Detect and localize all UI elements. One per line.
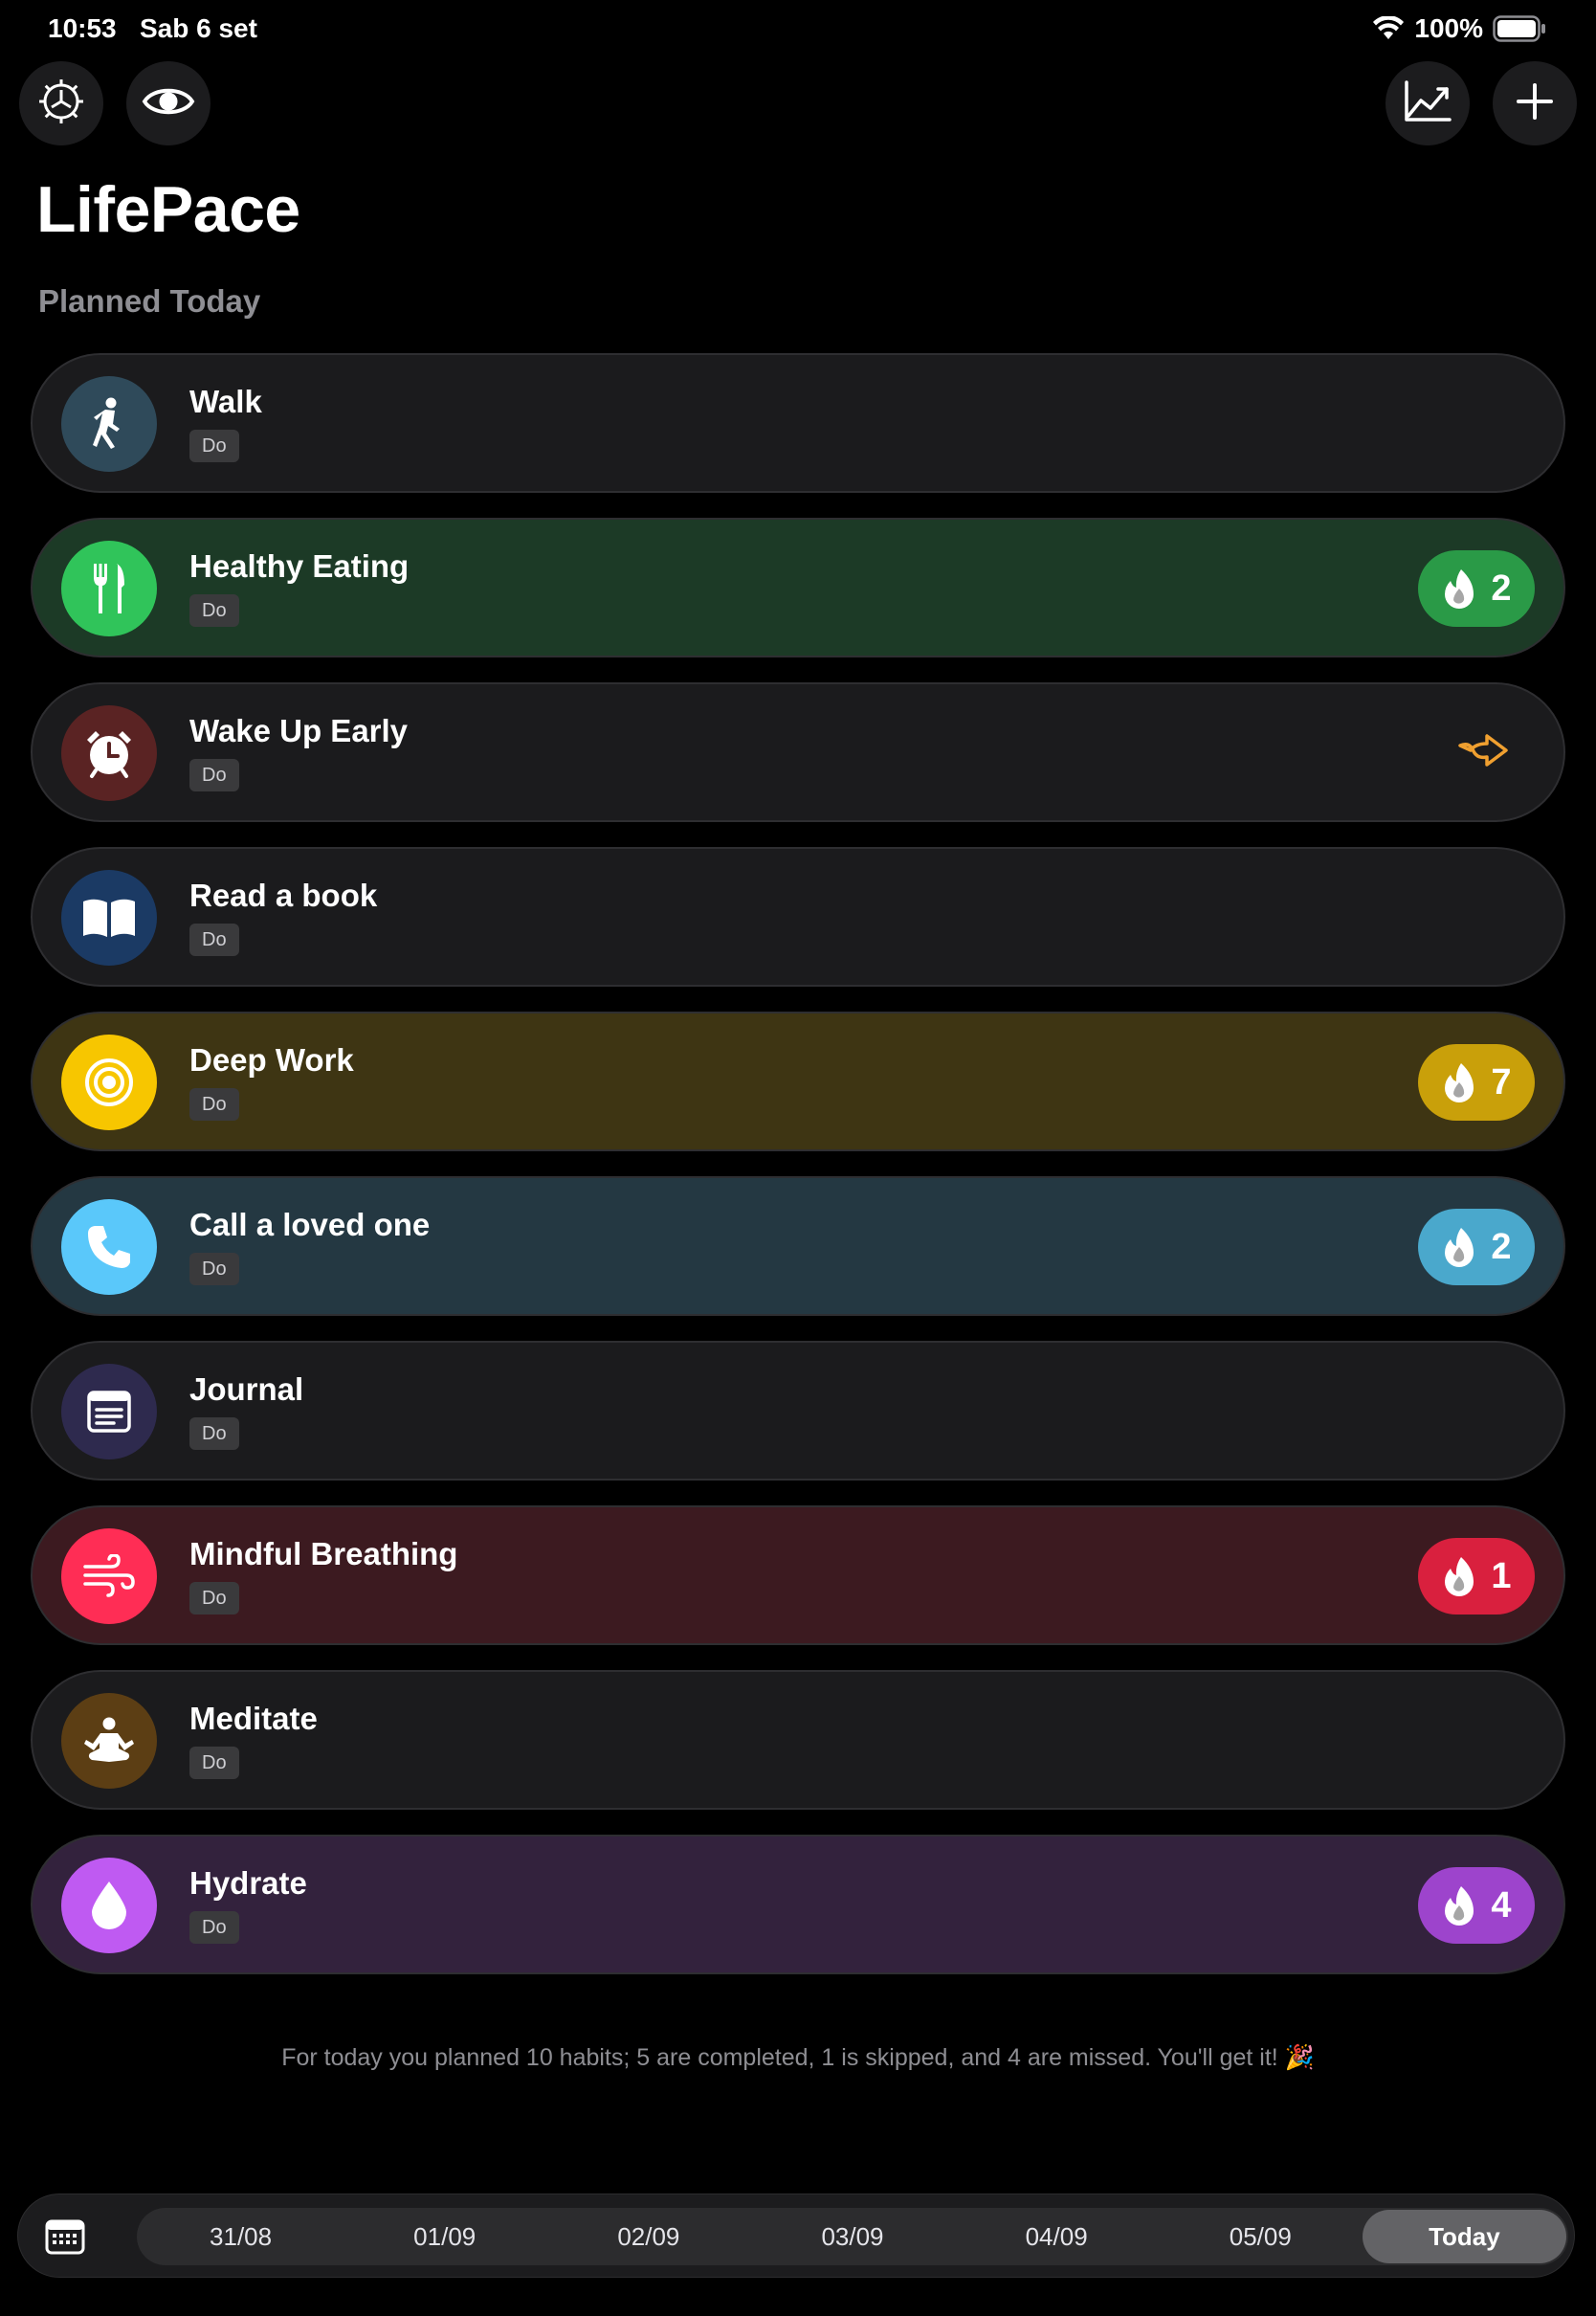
calendar-button[interactable] xyxy=(45,2217,85,2256)
habit-row[interactable]: Meditate Do xyxy=(31,1670,1565,1810)
habit-row[interactable]: Mindful Breathing Do 1 xyxy=(31,1505,1565,1645)
habit-row[interactable]: Wake Up Early Do xyxy=(31,682,1565,822)
fork-knife-icon xyxy=(61,541,157,636)
plus-icon xyxy=(1516,82,1554,125)
visibility-button[interactable] xyxy=(126,61,211,145)
habit-name: Read a book xyxy=(189,878,378,913)
walk-icon xyxy=(61,376,157,472)
habit-tag: Do xyxy=(189,594,239,627)
flame-icon xyxy=(1441,1555,1477,1597)
phone-icon xyxy=(61,1199,157,1295)
wind-icon xyxy=(61,1528,157,1624)
habit-row[interactable]: Deep Work Do 7 xyxy=(31,1012,1565,1151)
skip-arrow-icon xyxy=(1456,732,1510,773)
habit-row[interactable]: Hydrate Do 4 xyxy=(31,1835,1565,1974)
calendar-icon xyxy=(45,2219,85,2260)
habit-row[interactable]: Walk Do xyxy=(31,353,1565,493)
statistics-button[interactable] xyxy=(1385,61,1470,145)
habit-row[interactable]: Call a loved one Do 2 xyxy=(31,1176,1565,1316)
habit-row[interactable]: Journal Do xyxy=(31,1341,1565,1481)
target-icon xyxy=(61,1035,157,1130)
habit-list: Walk Do Healthy Eating Do 2 Wake Up Early Do Re… xyxy=(31,353,1565,1999)
section-title: Planned Today xyxy=(38,283,261,319)
habit-tag: Do xyxy=(189,430,239,462)
status-right: 100% xyxy=(1372,13,1546,44)
meditate-icon xyxy=(61,1693,157,1789)
streak-badge: 2 xyxy=(1418,1209,1535,1285)
streak-count: 4 xyxy=(1491,1884,1512,1926)
habit-tag: Do xyxy=(189,924,239,956)
settings-gear-icon xyxy=(36,77,86,131)
alarm-clock-icon xyxy=(61,705,157,801)
habit-tag: Do xyxy=(189,1253,239,1285)
habit-tag: Do xyxy=(189,1417,239,1450)
habit-tag: Do xyxy=(189,759,239,791)
battery-icon xyxy=(1493,15,1546,42)
habit-row[interactable]: Read a book Do xyxy=(31,847,1565,987)
journal-icon xyxy=(61,1364,157,1459)
settings-button[interactable] xyxy=(19,61,103,145)
wifi-icon xyxy=(1372,16,1405,41)
habit-row[interactable]: Healthy Eating Do 2 xyxy=(31,518,1565,657)
streak-badge: 1 xyxy=(1418,1538,1535,1615)
status-time: 10:53 xyxy=(48,13,117,43)
habit-tag: Do xyxy=(189,1582,239,1615)
streak-badge: 7 xyxy=(1418,1044,1535,1121)
eye-icon xyxy=(142,82,195,125)
date-item[interactable]: 02/09 xyxy=(546,2210,750,2263)
date-item[interactable]: 01/09 xyxy=(343,2210,546,2263)
streak-badge: 4 xyxy=(1418,1867,1535,1944)
streak-count: 7 xyxy=(1491,1061,1512,1102)
app-title: LifePace xyxy=(36,173,300,246)
habit-name: Walk xyxy=(189,384,262,419)
flame-icon xyxy=(1441,1884,1477,1926)
summary-text: For today you planned 10 habits; 5 are c… xyxy=(281,2044,1315,2071)
habit-tag: Do xyxy=(189,1747,239,1779)
date-item[interactable]: Today xyxy=(1362,2210,1566,2263)
habit-name: Journal xyxy=(189,1371,304,1407)
battery-percent: 100% xyxy=(1414,13,1483,43)
status-date: Sab 6 set xyxy=(140,13,257,43)
date-item[interactable]: 04/09 xyxy=(955,2210,1159,2263)
water-drop-icon xyxy=(61,1858,157,1953)
date-bar: 31/08 01/09 02/09 03/09 04/09 05/09 Today xyxy=(17,2194,1575,2278)
status-bar: 10:53 Sab 6 set 100% xyxy=(0,0,1596,61)
add-habit-button[interactable] xyxy=(1493,61,1577,145)
habit-tag: Do xyxy=(189,1088,239,1121)
habit-name: Meditate xyxy=(189,1701,318,1736)
flame-icon xyxy=(1441,568,1477,610)
streak-count: 2 xyxy=(1491,568,1512,609)
flame-icon xyxy=(1441,1061,1477,1103)
habit-name: Mindful Breathing xyxy=(189,1536,458,1571)
flame-icon xyxy=(1441,1226,1477,1268)
date-item[interactable]: 05/09 xyxy=(1159,2210,1363,2263)
habit-name: Hydrate xyxy=(189,1865,307,1901)
habit-name: Deep Work xyxy=(189,1042,354,1078)
streak-count: 1 xyxy=(1491,1555,1512,1596)
date-strip: 31/08 01/09 02/09 03/09 04/09 05/09 Today xyxy=(137,2208,1568,2265)
streak-count: 2 xyxy=(1491,1226,1512,1267)
habit-tag: Do xyxy=(189,1911,239,1944)
habit-name: Wake Up Early xyxy=(189,713,409,748)
streak-badge: 2 xyxy=(1418,550,1535,627)
habit-name: Healthy Eating xyxy=(189,548,410,584)
chart-line-icon xyxy=(1403,79,1452,128)
habit-name: Call a loved one xyxy=(189,1207,431,1242)
date-item[interactable]: 03/09 xyxy=(750,2210,954,2263)
date-item[interactable]: 31/08 xyxy=(139,2210,343,2263)
book-icon xyxy=(61,870,157,966)
